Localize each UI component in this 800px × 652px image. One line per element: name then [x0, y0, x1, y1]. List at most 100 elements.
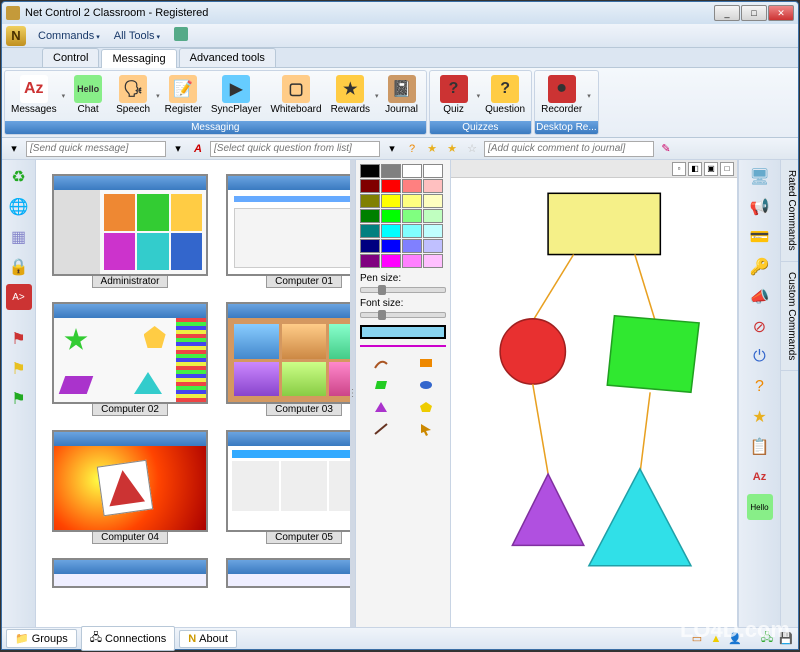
color-swatch[interactable] — [381, 209, 401, 223]
font-size-slider[interactable] — [360, 312, 446, 318]
color-swatch[interactable] — [423, 179, 443, 193]
star-icon[interactable]: ★ — [747, 404, 773, 430]
minimize-button[interactable]: _ — [714, 5, 740, 21]
globe-sort-icon[interactable]: 🌐 — [6, 194, 32, 220]
quick-message-input[interactable] — [26, 141, 166, 157]
menu-commands[interactable]: Commands▾ — [32, 28, 106, 44]
color-swatch[interactable] — [360, 239, 380, 253]
canvas-btn-2[interactable]: ◧ — [688, 162, 702, 176]
quick-journal-input[interactable] — [484, 141, 654, 157]
menu-home[interactable] — [168, 25, 194, 46]
color-swatch[interactable] — [402, 224, 422, 238]
color-swatch[interactable] — [381, 254, 401, 268]
flag-green-icon[interactable]: ⚑ — [6, 386, 32, 412]
star-empty-icon[interactable]: ☆ — [464, 141, 480, 157]
color-swatch[interactable] — [381, 179, 401, 193]
help-icon[interactable]: ? — [747, 374, 773, 400]
canvas-btn-3[interactable]: ▣ — [704, 162, 718, 176]
color-swatch[interactable] — [402, 209, 422, 223]
card-icon[interactable]: 💳 — [747, 224, 773, 250]
split-arrow[interactable]: ▾ — [375, 73, 379, 119]
line-tool[interactable] — [360, 420, 401, 438]
color-swatch[interactable] — [360, 179, 380, 193]
color-swatch[interactable] — [402, 254, 422, 268]
menu-all-tools[interactable]: All Tools▾ — [108, 28, 166, 44]
color-swatch[interactable] — [360, 164, 380, 178]
status-tab-groups[interactable]: 📁Groups — [6, 629, 77, 648]
color-swatch[interactable] — [360, 254, 380, 268]
font-icon[interactable]: A — [190, 141, 206, 157]
color-swatch[interactable] — [423, 254, 443, 268]
rect-tool[interactable] — [405, 354, 446, 372]
computer-thumb[interactable]: Computer 04 — [50, 430, 210, 544]
color-swatch[interactable] — [402, 239, 422, 253]
star-icon[interactable]: ★ — [424, 141, 440, 157]
color-swatch[interactable] — [423, 164, 443, 178]
ellipse-tool[interactable] — [405, 376, 446, 394]
list-icon[interactable]: 📋 — [747, 434, 773, 460]
computer-thumb[interactable]: Computer 01 — [224, 174, 350, 288]
tab-advanced[interactable]: Advanced tools — [179, 48, 276, 67]
label-icon[interactable]: A> — [6, 284, 32, 310]
canvas-btn-4[interactable]: □ — [720, 162, 734, 176]
canvas[interactable] — [451, 178, 737, 627]
color-swatch[interactable] — [381, 224, 401, 238]
az-icon[interactable]: Az — [747, 464, 773, 490]
keys-icon[interactable]: 🔑 — [747, 254, 773, 280]
color-swatch[interactable] — [381, 164, 401, 178]
grid-icon[interactable]: ▦ — [6, 224, 32, 250]
color-swatch[interactable] — [360, 209, 380, 223]
target-icon[interactable]: ⊘ — [747, 314, 773, 340]
star-button[interactable]: ★Rewards — [327, 73, 374, 119]
lock-icon[interactable]: 🔒 — [6, 254, 32, 280]
star-minus-icon[interactable]: ★ — [444, 141, 460, 157]
pen-size-slider[interactable] — [360, 287, 446, 293]
question-button[interactable]: ?Question — [481, 73, 529, 119]
monitor-icon[interactable]: 🖥 — [747, 164, 773, 190]
hello-icon[interactable]: Hello — [747, 494, 773, 520]
parallelogram-tool[interactable] — [360, 376, 401, 394]
color-swatch[interactable] — [402, 179, 422, 193]
computer-thumb[interactable]: Administrator — [50, 174, 210, 288]
triangle-tool[interactable] — [360, 398, 401, 416]
computer-thumb[interactable] — [50, 558, 210, 588]
vtab-rated[interactable]: Rated Commands — [781, 160, 798, 262]
help-icon[interactable]: ? — [404, 141, 420, 157]
hello-button[interactable]: HelloChat — [66, 73, 110, 119]
dropdown-icon[interactable]: ▾ — [384, 141, 400, 157]
dropdown-icon[interactable]: ▾ — [170, 141, 186, 157]
vtab-custom[interactable]: Custom Commands — [781, 262, 798, 371]
canvas-btn-1[interactable]: ▫ — [672, 162, 686, 176]
computer-thumb[interactable]: Computer 05 — [224, 430, 350, 544]
tab-messaging[interactable]: Messaging — [101, 49, 176, 68]
computer-thumb[interactable]: Computer 03 — [224, 302, 350, 416]
color-swatch[interactable] — [423, 239, 443, 253]
recorder-button[interactable]: ⏺Recorder — [537, 73, 586, 119]
broadcast-icon[interactable]: 📢 — [747, 194, 773, 220]
speech-button[interactable]: 🗣Speech — [111, 73, 155, 119]
split-arrow[interactable]: ▾ — [156, 73, 160, 119]
color-swatch[interactable] — [423, 209, 443, 223]
pentagon-tool[interactable] — [405, 398, 446, 416]
quiz-button[interactable]: ?Quiz — [432, 73, 476, 119]
flag-red-icon[interactable]: ⚑ — [6, 326, 32, 352]
chevron-down-icon[interactable]: ▾ — [6, 141, 22, 157]
whiteboard-button[interactable]: ▢Whiteboard — [266, 73, 325, 119]
journal-button[interactable]: 📓Journal — [380, 73, 424, 119]
fill-preview[interactable] — [360, 325, 446, 339]
computer-thumb[interactable] — [224, 558, 350, 588]
quick-question-input[interactable] — [210, 141, 380, 157]
color-swatch[interactable] — [402, 164, 422, 178]
refresh-icon[interactable]: ♻ — [6, 164, 32, 190]
syncplayer-button[interactable]: ▶SyncPlayer — [207, 73, 266, 119]
pointer-tool[interactable] — [405, 420, 446, 438]
color-swatch[interactable] — [423, 194, 443, 208]
status-tab-connections[interactable]: 🖧Connections — [81, 626, 175, 651]
split-arrow[interactable]: ▾ — [62, 73, 66, 119]
color-swatch[interactable] — [360, 194, 380, 208]
split-arrow[interactable]: ▾ — [587, 73, 591, 119]
curve-tool[interactable] — [360, 354, 401, 372]
color-swatch[interactable] — [360, 224, 380, 238]
announce-icon[interactable]: 📣 — [747, 284, 773, 310]
computer-thumb[interactable]: Computer 02 — [50, 302, 210, 416]
